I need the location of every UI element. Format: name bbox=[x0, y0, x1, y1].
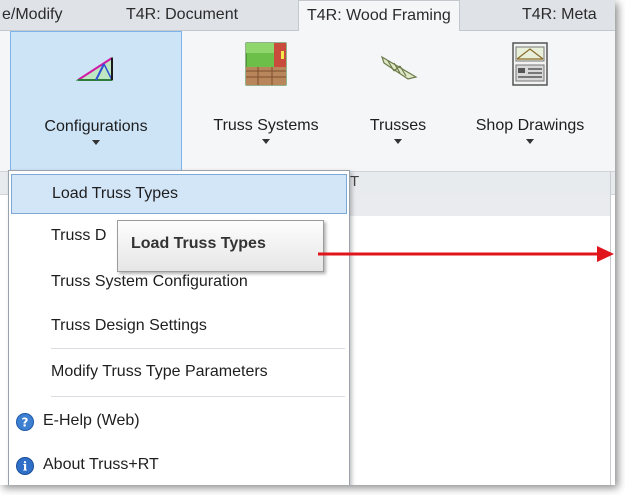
shop-drawings-button[interactable]: Shop Drawings bbox=[450, 31, 610, 171]
menu-item-label: Load Truss Types bbox=[52, 185, 178, 202]
chevron-down-icon bbox=[394, 139, 402, 144]
ribbon-panel: Configurations Truss Systems Trusses Sho… bbox=[0, 31, 615, 171]
tooltip-text: Load Truss Types bbox=[131, 235, 266, 252]
ribbon-tab-bar: e/Modify T4R: Document T4R: Wood Framing… bbox=[0, 0, 615, 31]
truss-systems-button[interactable]: Truss Systems bbox=[186, 31, 346, 171]
trusses-label: Trusses bbox=[369, 117, 427, 134]
configurations-button[interactable]: Configurations bbox=[10, 31, 182, 171]
tab-document[interactable]: T4R: Document bbox=[126, 0, 238, 30]
chevron-down-icon bbox=[262, 139, 270, 144]
view-header-strip bbox=[320, 194, 610, 216]
divider bbox=[610, 171, 611, 485]
menu-item-label: E-Help (Web) bbox=[43, 412, 140, 429]
menu-separator bbox=[51, 396, 345, 397]
window-frame: e/Modify T4R: Document T4R: Wood Framing… bbox=[0, 0, 615, 485]
menu-item-modify-truss-type-parameters[interactable]: Modify Truss Type Parameters bbox=[9, 352, 349, 392]
truss-icon bbox=[380, 53, 418, 86]
tab-wood-framing[interactable]: T4R: Wood Framing bbox=[298, 0, 460, 31]
configurations-label: Configurations bbox=[44, 118, 148, 135]
menu-item-about[interactable]: i About Truss+RT bbox=[9, 445, 349, 485]
menu-item-label: Modify Truss Type Parameters bbox=[51, 363, 268, 380]
info-icon: i bbox=[15, 456, 35, 481]
red-arrow-annotation bbox=[318, 246, 614, 262]
shop-drawings-label: Shop Drawings bbox=[475, 117, 585, 134]
svg-text:i: i bbox=[23, 460, 28, 474]
menu-item-label: Truss D bbox=[51, 227, 107, 244]
shop-drawing-icon bbox=[510, 41, 550, 92]
svg-text:?: ? bbox=[22, 416, 29, 430]
chevron-down-icon bbox=[526, 139, 534, 144]
tab-modify[interactable]: e/Modify bbox=[2, 0, 62, 30]
configurations-dropdown-menu: Load Truss Types Truss D Truss System Co… bbox=[8, 170, 350, 485]
tooltip: Load Truss Types bbox=[117, 220, 324, 272]
panel-title-fragment: T bbox=[350, 173, 360, 190]
menu-item-load-truss-types[interactable]: Load Truss Types bbox=[11, 174, 347, 214]
help-icon: ? bbox=[15, 412, 35, 437]
trusses-button[interactable]: Trusses bbox=[350, 31, 446, 171]
tab-metal[interactable]: T4R: Meta bbox=[522, 0, 597, 30]
menu-item-e-help[interactable]: ? E-Help (Web) bbox=[9, 401, 349, 441]
menu-item-label: Truss System Configuration bbox=[51, 273, 248, 290]
menu-item-label: Truss Design Settings bbox=[51, 317, 207, 334]
truss-system-icon bbox=[244, 41, 288, 92]
chevron-down-icon bbox=[92, 140, 100, 145]
menu-item-label: About Truss+RT bbox=[43, 456, 159, 473]
truss-systems-label: Truss Systems bbox=[213, 117, 319, 134]
menu-item-truss-design-settings[interactable]: Truss Design Settings bbox=[9, 306, 349, 346]
menu-separator bbox=[51, 348, 345, 349]
configuration-truss-icon bbox=[75, 54, 116, 89]
